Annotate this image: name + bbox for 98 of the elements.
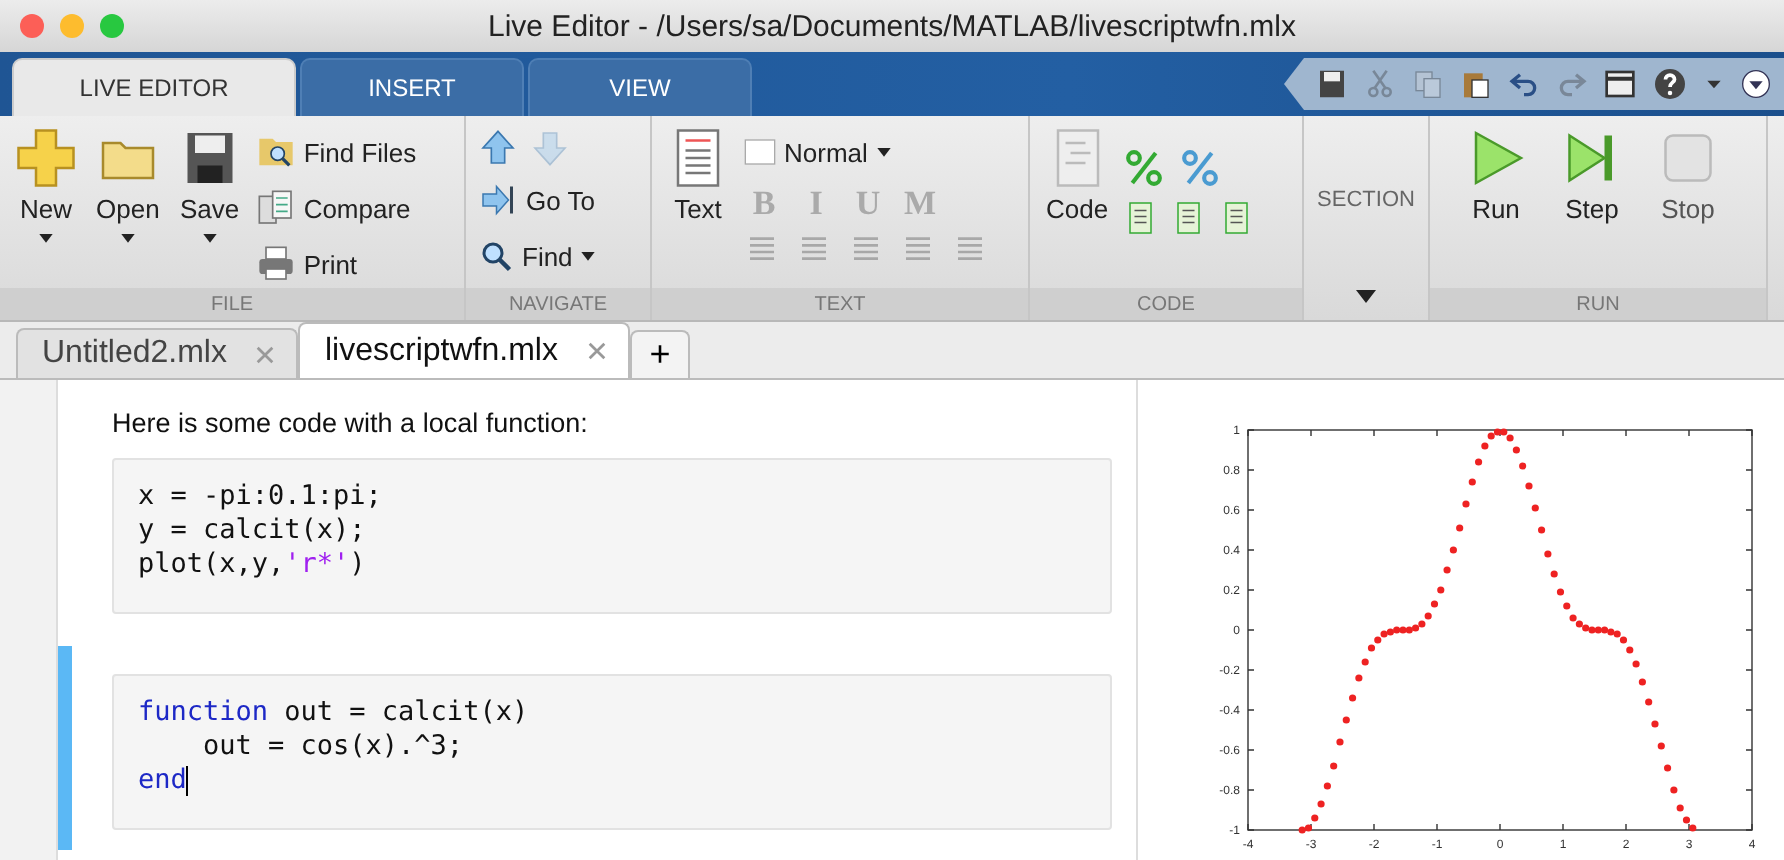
data-point <box>1512 446 1520 454</box>
code-line: end <box>138 764 191 798</box>
data-point <box>1638 678 1646 686</box>
undo-icon[interactable] <box>1508 68 1540 100</box>
text-paragraph: Here is some code with a local function: <box>112 408 590 438</box>
code-block[interactable]: x = -pi:0.1:pi; y = calcit(x); plot(x,y,'r*') <box>112 458 1112 614</box>
list-icon <box>744 232 780 264</box>
data-point <box>1475 458 1483 466</box>
code-block[interactable]: function out = calcit(x) out = cos(x).^3; end <box>112 674 1112 830</box>
code-line: function out = calcit(x) <box>138 696 531 730</box>
search-icon <box>478 238 514 274</box>
caret-icon <box>875 144 892 160</box>
ribbon-tab[interactable]: LIVE EDITOR <box>12 58 296 116</box>
data-point <box>1449 546 1457 554</box>
data-point <box>1676 804 1684 812</box>
caret-icon <box>580 248 597 264</box>
data-point <box>1462 500 1470 508</box>
new-tab-button[interactable]: + <box>629 330 690 378</box>
section-button[interactable]: SECTION <box>1304 116 1428 320</box>
data-point <box>1525 482 1533 490</box>
data-point <box>1456 524 1464 532</box>
run-button[interactable]: Run <box>1462 128 1530 288</box>
data-point <box>1544 550 1552 558</box>
window-icon[interactable] <box>1604 68 1636 100</box>
data-point <box>1330 762 1338 770</box>
ribbon-button[interactable]: New <box>12 128 80 288</box>
data-point <box>1531 504 1539 512</box>
data-point <box>1670 786 1678 794</box>
ribbon-button[interactable]: Save <box>175 128 244 288</box>
maximize-icon[interactable] <box>100 14 124 38</box>
clipboard-icon[interactable] <box>1460 68 1492 100</box>
data-point <box>1342 716 1350 724</box>
percent-icon <box>1180 148 1221 188</box>
group-label: FILE <box>0 288 464 320</box>
data-point <box>1632 660 1640 668</box>
data-point <box>1651 720 1659 728</box>
data-point <box>1430 600 1439 608</box>
data-point <box>1657 742 1665 750</box>
data-point <box>1563 602 1571 610</box>
code-button[interactable]: Code <box>1042 128 1113 288</box>
data-point <box>1361 658 1369 666</box>
plus-icon <box>16 128 76 188</box>
printer-icon <box>255 244 296 284</box>
window-title: Live Editor - /Users/sa/Documents/MATLAB/livescriptwfn.mlx <box>486 9 1298 43</box>
style-dropdown[interactable]: Normal <box>744 128 988 176</box>
code-line: out = cos(x).^3; <box>201 730 466 764</box>
caret-icon <box>119 230 136 246</box>
ribbon-tab[interactable]: INSERT <box>300 58 524 116</box>
list-icon <box>848 232 884 264</box>
data-point <box>1550 570 1558 578</box>
compare-icon <box>255 188 296 228</box>
data-point <box>1437 586 1445 594</box>
font-icon <box>744 136 776 168</box>
find-button[interactable]: Find <box>478 232 597 280</box>
list-icon <box>952 232 988 264</box>
caret-icon <box>201 230 218 246</box>
menu-icon[interactable] <box>1740 68 1772 100</box>
data-point <box>1349 694 1357 702</box>
code-line: y = calcit(x); <box>138 514 368 548</box>
list-icon <box>900 232 936 264</box>
code-line: plot(x,y,'r*') <box>138 548 368 582</box>
ribbon-button[interactable]: Open <box>92 128 164 288</box>
data-point <box>1645 698 1653 706</box>
data-point <box>1336 738 1344 746</box>
data-point <box>1538 526 1546 534</box>
document-tab[interactable]: livescriptwfn.mlx <box>298 322 630 378</box>
data-point <box>1519 462 1527 470</box>
run-button[interactable]: Step <box>1558 128 1626 288</box>
group-label: CODE <box>1030 288 1302 320</box>
close-icon[interactable] <box>20 14 44 38</box>
data-point <box>1355 674 1363 682</box>
code-line: x = -pi:0.1:pi; <box>138 480 384 514</box>
go-to-button[interactable]: Go To <box>478 176 597 224</box>
document-tab[interactable]: Untitled2.mlx <box>16 328 299 378</box>
ribbon-tab[interactable]: VIEW <box>528 58 752 116</box>
data-point <box>1317 800 1325 808</box>
data-point <box>1443 566 1451 574</box>
caret-icon <box>38 230 54 246</box>
data-point <box>1323 782 1331 790</box>
arrow-right-icon <box>478 182 518 218</box>
group-label: NAVIGATE <box>466 288 650 320</box>
stop-icon <box>1658 128 1718 188</box>
ribbon-button[interactable]: Find Files <box>255 128 417 176</box>
text-button[interactable]: Text <box>664 128 732 288</box>
help-icon[interactable] <box>1652 66 1688 102</box>
list-icon <box>796 232 832 264</box>
caret-icon <box>1354 284 1378 308</box>
group-label: RUN <box>1430 288 1766 320</box>
data-point <box>1664 764 1672 772</box>
data-point <box>1556 588 1565 596</box>
ribbon-button[interactable]: Compare <box>255 184 417 232</box>
up-arrow-icon[interactable] <box>478 128 518 168</box>
group-label: TEXT <box>652 288 1028 320</box>
data-point <box>1468 478 1476 486</box>
ribbon-button[interactable]: Print <box>255 240 417 288</box>
percent-icon <box>1124 148 1165 188</box>
close-icon[interactable] <box>254 343 277 365</box>
close-icon[interactable] <box>585 340 608 362</box>
